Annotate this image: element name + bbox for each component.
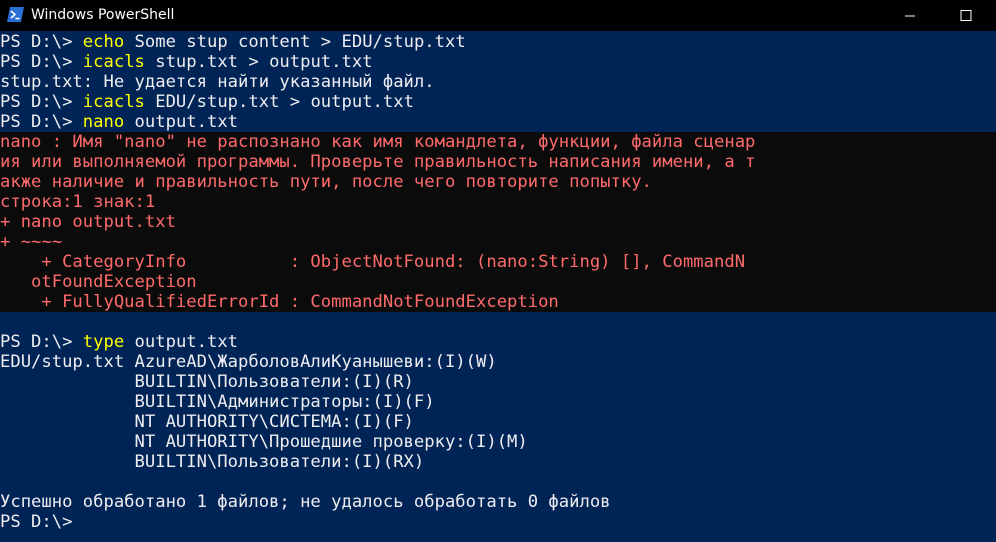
command-line: PS D:\> icacls EDU/stup.txt > output.txt [0, 92, 996, 112]
powershell-icon [7, 7, 24, 22]
final-prompt[interactable]: PS D:\> [0, 512, 996, 532]
error-block: nano : Имя "nano" не распознано как имя … [0, 132, 996, 312]
prompt: PS D:\> [0, 332, 83, 352]
command-line: PS D:\> echo Some stup content > EDU/stu… [0, 32, 996, 52]
command-args: EDU/stup.txt > output.txt [144, 92, 414, 112]
command-args: output.txt [124, 332, 239, 352]
output-line: stup.txt: Не удается найти указанный фай… [0, 72, 435, 92]
acl-line: NT AUTHORITY\Прошедшие проверку:(I)(M) [0, 432, 528, 452]
maximize-icon[interactable] [956, 6, 976, 26]
prompt: PS D:\> [0, 52, 83, 72]
acl-line: BUILTIN\Пользователи:(I)(RX) [0, 452, 425, 472]
acl-line: BUILTIN\Пользователи:(I)(R) [0, 372, 414, 392]
command-keyword: icacls [82, 52, 145, 72]
error-line: акже наличие и правильность пути, после … [0, 172, 652, 192]
command-args: Some stup content > EDU/stup.txt [124, 32, 466, 52]
error-line: + nano output.txt [0, 212, 176, 232]
console-output[interactable]: PS D:\> echo Some stup content > EDU/stu… [0, 32, 996, 542]
command-keyword: nano [82, 112, 125, 132]
summary-line: Успешно обработано 1 файлов; не удалось … [0, 492, 611, 512]
command-keyword: icacls [82, 92, 145, 112]
command-line: PS D:\> icacls stup.txt > output.txt [0, 52, 996, 72]
error-line: + CategoryInfo : ObjectNotFound: (nano:S… [0, 252, 746, 272]
minimize-icon[interactable] [900, 6, 920, 26]
error-line: nano : Имя "nano" не распознано как имя … [0, 132, 756, 152]
command-args: output.txt [124, 112, 239, 132]
error-line: + FullyQualifiedErrorId : CommandNotFoun… [0, 292, 559, 312]
command-keyword: type [82, 332, 125, 352]
error-line: строка:1 знак:1 [0, 192, 156, 212]
command-line: PS D:\> type output.txt [0, 332, 996, 352]
window-title: Windows PowerShell [31, 7, 175, 23]
prompt: PS D:\> [0, 112, 83, 132]
command-keyword: echo [82, 32, 125, 52]
error-line: otFoundException [0, 272, 197, 292]
title-bar: Windows PowerShell [0, 0, 996, 31]
acl-line: NT AUTHORITY\СИСТЕМА:(I)(F) [0, 412, 414, 432]
error-line: ия или выполняемой программы. Проверьте … [0, 152, 756, 172]
command-line: PS D:\> nano output.txt [0, 112, 996, 132]
acl-line: EDU/stup.txt AzureAD\ЖарболовАлиКуанышев… [0, 352, 497, 372]
acl-line: BUILTIN\Администраторы:(I)(F) [0, 392, 435, 412]
prompt: PS D:\> [0, 32, 83, 52]
prompt: PS D:\> [0, 92, 83, 112]
command-args: stup.txt > output.txt [144, 52, 373, 72]
error-line: + ~~~~ [0, 232, 63, 252]
